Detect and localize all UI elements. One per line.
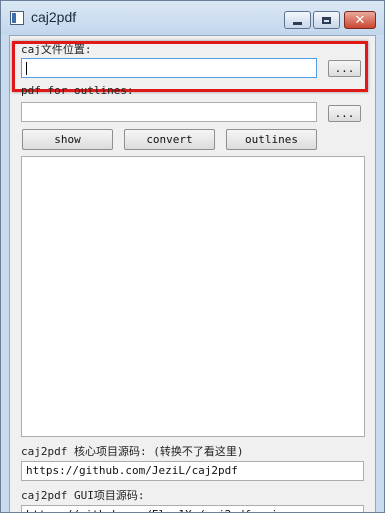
app-icon (10, 11, 24, 25)
close-button[interactable]: ✕ (344, 11, 376, 29)
outlines-pdf-input[interactable] (21, 102, 317, 122)
core-source-url-field[interactable]: https://github.com/JeziL/caj2pdf (21, 461, 364, 481)
close-icon: ✕ (354, 12, 366, 28)
minimize-icon (293, 21, 302, 25)
outlines-browse-button[interactable]: ... (328, 105, 361, 122)
minimize-button[interactable] (284, 11, 311, 29)
core-source-label: caj2pdf 核心项目源码: (转换不了看这里) (21, 445, 244, 458)
show-button[interactable]: show (22, 129, 113, 150)
gui-source-url-field[interactable]: https://github.com/Eleo1Xm/caj2pdf-gui (21, 505, 364, 512)
app-window: caj2pdf ✕ caj文件位置: ... pdf for outlines:… (0, 0, 385, 513)
output-textarea[interactable] (21, 156, 365, 437)
maximize-icon (322, 16, 331, 24)
gui-source-label: caj2pdf GUI项目源码: (21, 489, 145, 502)
client-area: caj文件位置: ... pdf for outlines: ... show … (9, 35, 376, 512)
outlines-button[interactable]: outlines (226, 129, 317, 150)
convert-button[interactable]: convert (124, 129, 215, 150)
title-bar[interactable]: caj2pdf ✕ (1, 1, 384, 35)
window-title: caj2pdf (31, 9, 77, 25)
maximize-button[interactable] (313, 11, 340, 29)
outlines-pdf-label: pdf for outlines: (21, 84, 134, 97)
